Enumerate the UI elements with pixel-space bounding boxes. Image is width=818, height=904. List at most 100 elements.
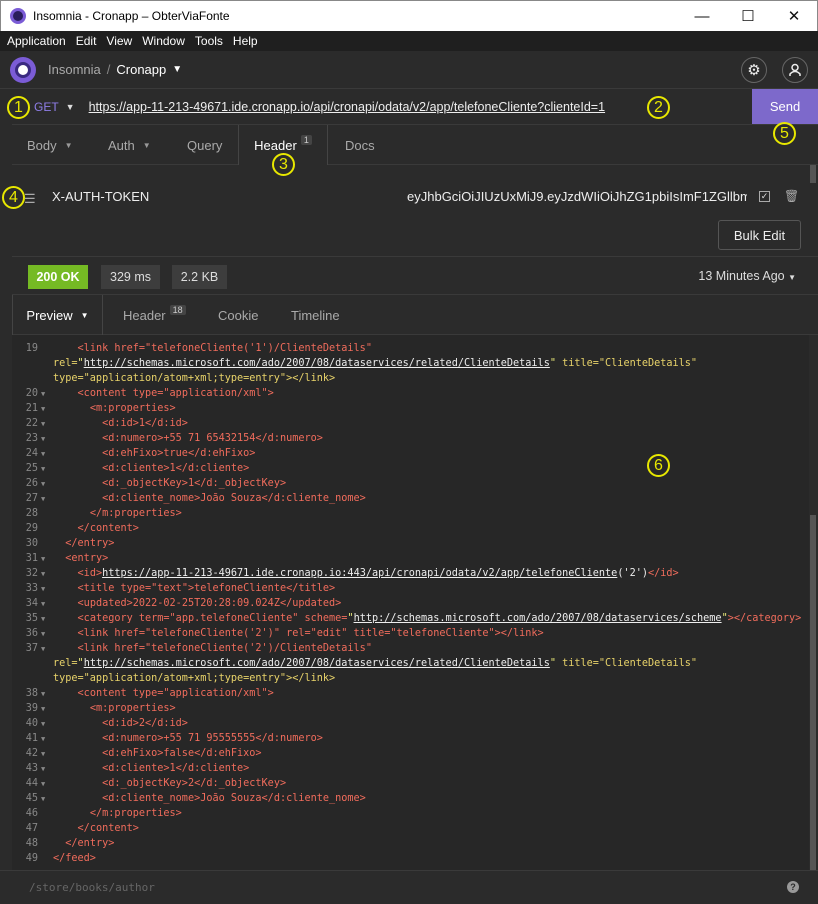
user-icon[interactable] [782,57,808,83]
response-header-count-badge: 18 [169,305,186,315]
http-method-selector[interactable]: GET [34,100,59,114]
code-link[interactable]: http://schemas.microsoft.com/ado/2007/08… [84,658,550,669]
response-history-dropdown[interactable]: 13 Minutes Ago ▼ [698,269,796,283]
annotation-marker-4: 4 [2,186,25,209]
code-text: </feed> [53,853,96,864]
workspace-breadcrumb[interactable]: Insomnia [48,62,101,77]
code-line: 25 ▼ <d:cliente>1</d:cliente> [25,463,250,474]
tab-cookie-label: Cookie [218,307,259,323]
response-preview-code[interactable]: 19 <link href="telefoneCliente('1')/Clie… [12,335,809,870]
drag-handle-icon[interactable]: ☰ [24,191,36,207]
code-line: 48 </entry> [25,838,115,849]
send-button[interactable]: Send [752,89,818,124]
code-line: 26 ▼ <d:_objectKey>1</d:_objectKey> [25,478,287,489]
code-line: 23 ▼ <d:numero>+55 71 65432154</d:numero> [25,433,323,444]
code-text: <link href="telefoneCliente('2')" rel="e… [77,628,544,639]
chevron-down-icon: ▼ [64,140,73,150]
header-enabled-checkbox[interactable]: ✓ [759,191,770,202]
gear-icon[interactable]: ⚙ [741,57,767,83]
window-title: Insomnia - Cronapp – ObterViaFonte [33,9,230,23]
filter-input[interactable]: /store/books/author [29,881,155,894]
code-line: 37 ▼ <link href="telefoneCliente('2')/Cli… [25,643,372,654]
code-link[interactable]: http://schemas.microsoft.com/ado/2007/08… [84,358,550,369]
code-line: 30 </entry> [25,538,115,549]
code-line: 41 ▼ <d:numero>+55 71 95555555</d:numero> [25,733,323,744]
close-button[interactable]: ✕ [771,1,817,31]
code-line: 49 </feed> [25,853,96,864]
tab-timeline[interactable]: Timeline [291,295,340,335]
tab-docs[interactable]: Docs [345,125,375,165]
code-line: 32 ▼ <id>https://app-11-213-49671.ide.cro… [25,568,679,579]
chevron-down-icon: ▼ [80,310,89,320]
tab-auth-label: Auth [108,137,135,153]
project-selector[interactable]: Cronapp [116,62,166,77]
tab-query[interactable]: Query [187,125,222,165]
code-line: 40 ▼ <d:id>2</d:id> [25,718,188,729]
tab-cookie[interactable]: Cookie [218,295,258,335]
response-size-badge: 2.2 KB [172,265,227,289]
code-text: <entry> [65,553,109,564]
help-icon[interactable]: ? [787,881,799,893]
code-text: <d:cliente>1</d:cliente> [102,463,250,474]
maximize-button[interactable]: ☐ [725,1,771,31]
response-status-bar: 200 OK 329 ms 2.2 KB 13 Minutes Ago ▼ [0,257,818,295]
code-text: <m:properties> [89,703,176,714]
code-line: 45 ▼ <d:cliente_nome>João Souza</d:client… [25,793,366,804]
tab-body[interactable]: Body ▼ [27,125,73,165]
menu-bar: Application Edit View Window Tools Help [0,31,818,51]
code-text: </m:properties> [89,808,182,819]
menu-edit[interactable]: Edit [73,34,100,48]
code-text: <d:id>1</d:id> [102,418,188,429]
code-line: 24 ▼ <d:ehFixo>true</d:ehFixo> [25,448,256,459]
code-text: <category term="app.telefoneCliente" sch… [77,613,348,624]
menu-view[interactable]: View [103,34,135,48]
code-text: rel= [53,358,78,369]
tab-preview[interactable]: Preview ▼ [12,295,103,335]
code-line: type="application/atom+xml;type=entry"><… [53,371,335,386]
code-text: <d:cliente_nome>João Souza</d:cliente_no… [102,793,366,804]
insomnia-app-icon [10,8,26,24]
code-line: rel="http://schemas.microsoft.com/ado/20… [53,658,698,669]
code-text: <m:properties> [89,403,176,414]
left-gutter [0,89,12,904]
code-text: <title type="text">telefoneCliente</titl… [77,583,336,594]
code-text: <d:numero>+55 71 65432154</d:numero> [102,433,323,444]
bulk-edit-button[interactable]: Bulk Edit [718,220,801,250]
code-text: </content> [77,823,139,834]
code-text: <d:cliente>1</d:cliente> [102,763,250,774]
annotation-marker-6: 6 [647,454,670,477]
response-time-badge: 329 ms [101,265,160,289]
menu-window[interactable]: Window [139,34,188,48]
menu-tools[interactable]: Tools [192,34,226,48]
preview-scrollbar[interactable] [810,515,816,870]
tab-response-header[interactable]: Header 18 [123,295,186,335]
code-text: <d:ehFixo>true</d:ehFixo> [102,448,256,459]
tab-auth[interactable]: Auth ▼ [108,125,151,165]
code-line: 20 ▼ <content type="application/xml"> [25,388,274,399]
tab-response-header-label: Header [123,307,166,323]
menu-application[interactable]: Application [4,34,69,48]
header-name-input[interactable]: X-AUTH-TOKEN [52,189,149,204]
chevron-down-icon[interactable]: ▼ [172,64,182,75]
code-link[interactable]: http://schemas.microsoft.com/ado/2007/08… [354,613,722,624]
tab-body-label: Body [27,137,57,153]
code-line: 43 ▼ <d:cliente>1</d:cliente> [25,763,250,774]
trash-icon[interactable]: 🗑 [784,189,799,203]
minimize-button[interactable]: — [679,1,725,31]
header-count-badge: 1 [300,135,312,145]
menu-help[interactable]: Help [230,34,261,48]
response-time-ago: 13 Minutes Ago [698,269,785,283]
breadcrumb-separator: / [106,62,111,77]
code-text: <d:numero>+55 71 95555555</d:numero> [102,733,323,744]
chevron-down-icon: ▼ [142,140,151,150]
code-line: 28 </m:properties> [25,508,182,519]
chevron-down-icon[interactable]: ▼ [66,102,75,112]
annotation-marker-5: 5 [773,122,796,145]
header-value-input[interactable]: eyJhbGciOiJIUzUxMiJ9.eyJzdWIiOiJhZG1pbiI… [407,189,747,204]
headers-scrollbar[interactable] [810,165,816,183]
code-link[interactable]: https://app-11-213-49671.ide.cronapp.io:… [102,568,617,579]
url-input[interactable]: https://app-11-213-49671.ide.cronapp.io/… [89,100,605,114]
tab-preview-label: Preview [26,307,73,323]
annotation-marker-1: 1 [7,96,30,119]
code-text: type="application/atom+xml;type=entry"><… [53,373,336,384]
